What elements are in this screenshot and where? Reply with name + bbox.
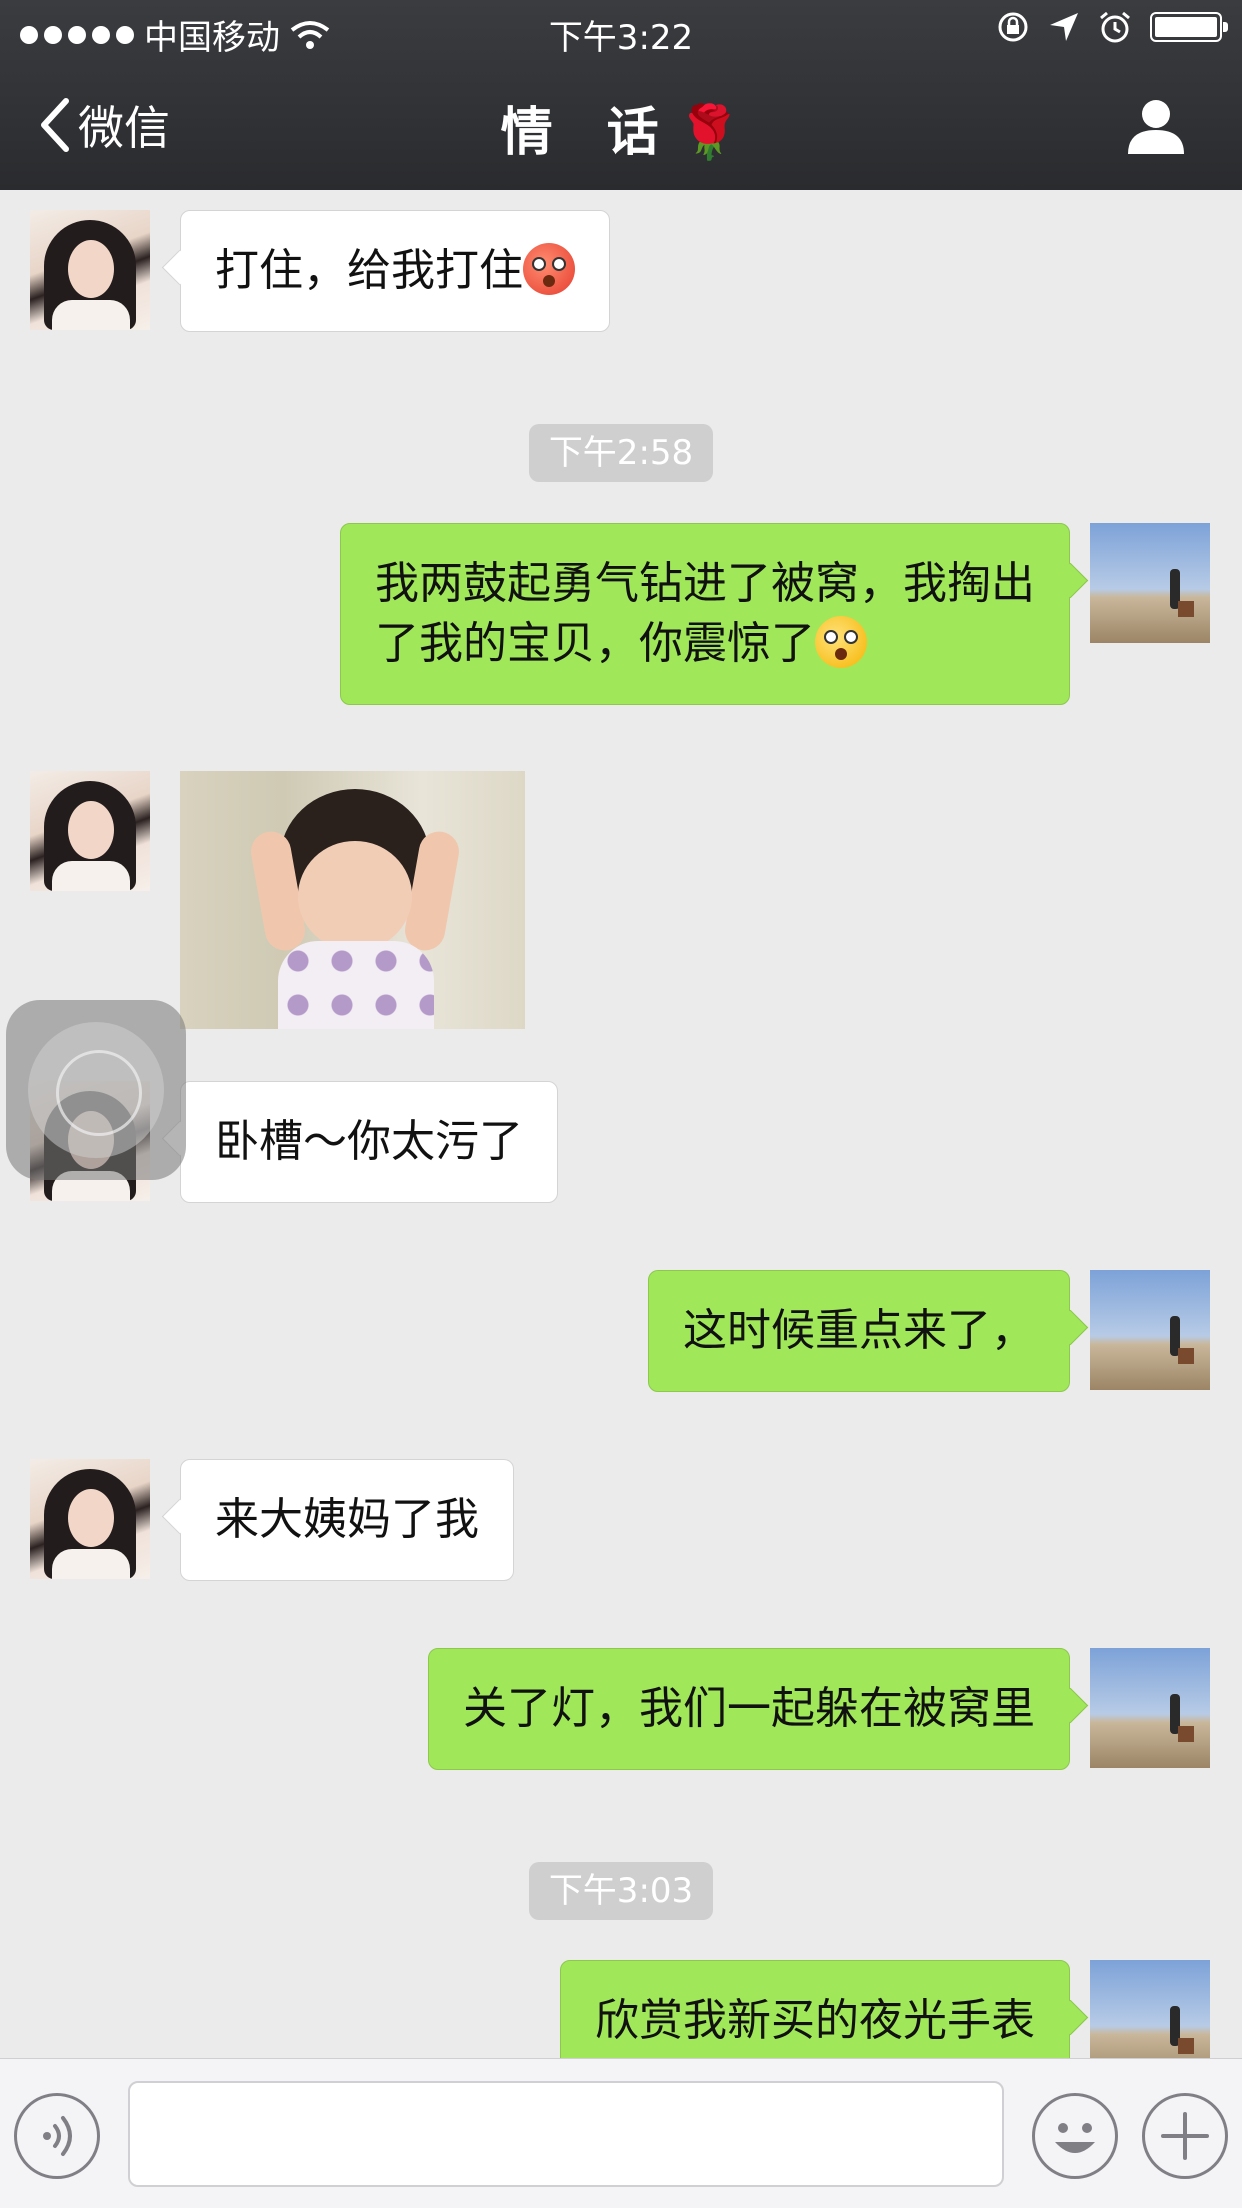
chat-title-text: 情 话 (500, 103, 677, 163)
my-avatar[interactable] (1090, 1648, 1210, 1768)
input-toolbar (0, 2058, 1242, 2208)
chat-area[interactable]: 打住，给我打住 下午2:58 我两鼓起勇气钻进了被窝，我掏出 了我的宝贝，你震惊… (0, 190, 1242, 2058)
my-avatar[interactable] (1090, 1270, 1210, 1390)
message-text: 打住，给我打住 (215, 245, 523, 296)
timestamp-badge: 下午2:58 (529, 424, 713, 482)
contact-info-icon[interactable] (1126, 98, 1186, 154)
contact-avatar[interactable] (30, 210, 150, 330)
my-avatar[interactable] (1090, 1960, 1210, 2058)
more-functions-button[interactable] (1142, 2093, 1228, 2179)
image-message[interactable] (180, 771, 525, 1029)
message-bubble-incoming[interactable]: 来大姨妈了我 (180, 1459, 514, 1581)
voice-icon (43, 2116, 72, 2156)
rotation-lock-icon (998, 12, 1028, 42)
my-avatar[interactable] (1090, 523, 1210, 643)
assistive-touch-button[interactable] (6, 1000, 186, 1180)
message-bubble-outgoing[interactable]: 我两鼓起勇气钻进了被窝，我掏出 了我的宝贝，你震惊了 (340, 523, 1070, 705)
contact-avatar[interactable] (30, 1459, 150, 1579)
top-bar: 中国移动 下午3:22 微信 情 话🌹 (0, 0, 1242, 190)
plus-icon (1161, 2112, 1209, 2160)
message-bubble-outgoing[interactable]: 关了灯，我们一起躲在被窝里 (428, 1648, 1070, 1770)
message-bubble-outgoing[interactable]: 这时候重点来了， (648, 1270, 1070, 1392)
message-bubble-outgoing[interactable]: 欣赏我新买的夜光手表 (560, 1960, 1070, 2058)
smiley-icon (1055, 2123, 1095, 2153)
status-bar: 中国移动 下午3:22 (0, 0, 1242, 60)
emoji-button[interactable] (1032, 2093, 1118, 2179)
message-text: 欣赏我新买的夜光手表 (595, 1995, 1035, 2046)
alarm-icon (1100, 11, 1130, 43)
message-text-line: 了我的宝贝，你震惊了 (375, 618, 815, 669)
message-text: 来大姨妈了我 (215, 1494, 479, 1545)
message-text: 这时候重点来了， (683, 1305, 1035, 1356)
location-arrow-icon (1050, 13, 1078, 41)
contact-avatar[interactable] (30, 771, 150, 891)
nav-bar: 微信 情 话🌹 (0, 60, 1242, 190)
rose-icon: 🌹 (676, 103, 742, 163)
chat-title: 情 话🌹 (0, 90, 1242, 165)
battery-icon (1150, 12, 1228, 42)
message-text-line: 我两鼓起勇气钻进了被窝，我掏出 (375, 558, 1035, 609)
status-right (996, 10, 1228, 44)
message-bubble-incoming[interactable]: 打住，给我打住 (180, 210, 610, 332)
astonished-face-icon (815, 616, 867, 668)
flushed-face-icon (523, 243, 575, 295)
message-bubble-incoming[interactable]: 卧槽～你太污了 (180, 1081, 558, 1203)
message-text: 关了灯，我们一起躲在被窝里 (463, 1683, 1035, 1734)
voice-input-button[interactable] (14, 2093, 100, 2179)
message-text: 卧槽～你太污了 (215, 1116, 523, 1167)
timestamp-badge: 下午3:03 (529, 1862, 713, 1920)
message-input[interactable] (128, 2081, 1004, 2187)
